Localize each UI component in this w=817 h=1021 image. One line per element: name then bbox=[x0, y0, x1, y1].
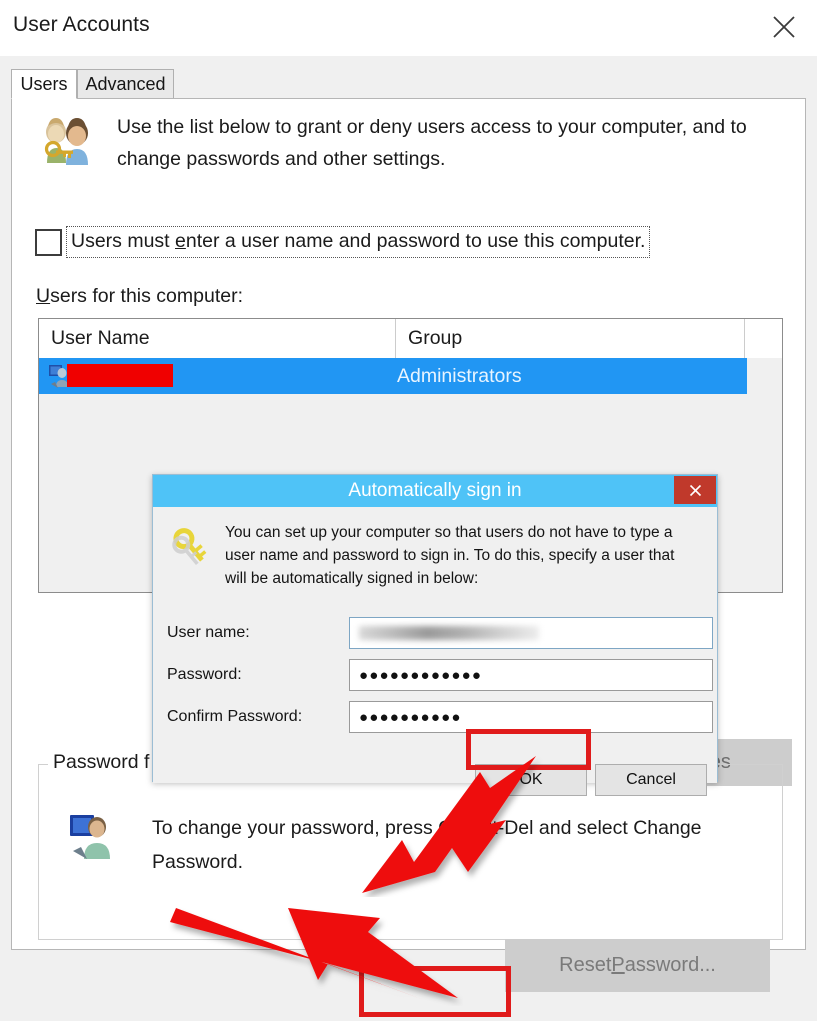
tab-users[interactable]: Users bbox=[11, 69, 77, 99]
confirm-password-input[interactable]: ●●●●●●●●●● bbox=[349, 701, 713, 733]
automatically-sign-in-dialog: Automatically sign in You can set up you… bbox=[152, 474, 718, 796]
require-password-checkbox[interactable] bbox=[35, 228, 62, 256]
password-input[interactable]: ●●●●●●●●●●●● bbox=[349, 659, 713, 691]
column-header-spacer bbox=[745, 319, 782, 358]
close-icon[interactable] bbox=[761, 6, 807, 48]
reset-password-button[interactable]: Reset Password... bbox=[505, 939, 770, 992]
confirm-password-field-row: Confirm Password: ●●●●●●●●●● bbox=[167, 701, 713, 733]
username-input[interactable] bbox=[349, 617, 713, 649]
username-field-row: User name: bbox=[167, 617, 713, 649]
password-group-legend: Password f bbox=[48, 751, 155, 774]
dialog-title: Automatically sign in bbox=[348, 480, 522, 501]
page-title: User Accounts bbox=[13, 13, 150, 36]
inner-dialog-ok-button[interactable]: OK bbox=[475, 764, 587, 796]
users-list-label: Users for this computer: bbox=[36, 285, 243, 307]
column-header-group[interactable]: Group bbox=[396, 319, 746, 358]
username-label: User name: bbox=[167, 624, 250, 641]
require-password-focus-rect: Users must enter a user name and passwor… bbox=[66, 226, 651, 258]
close-icon[interactable] bbox=[674, 476, 716, 504]
table-row[interactable]: Administrators bbox=[39, 358, 747, 394]
password-user-icon bbox=[68, 811, 120, 863]
users-key-icon bbox=[39, 113, 95, 169]
dialog-titlebar: Automatically sign in bbox=[153, 475, 717, 507]
password-instructions-text: To change your password, press Ctrl-Alt-… bbox=[152, 817, 702, 873]
column-header-user-name[interactable]: User Name bbox=[39, 319, 397, 358]
require-password-label: Users must enter a user name and passwor… bbox=[71, 230, 646, 252]
password-field-row: Password: ●●●●●●●●●●●● bbox=[167, 659, 713, 691]
confirm-password-label: Confirm Password: bbox=[167, 708, 303, 725]
user-accounts-window: User Accounts Users Advanced Use the lis… bbox=[0, 0, 817, 1021]
tab-advanced[interactable]: Advanced bbox=[77, 69, 174, 99]
users-listbox-header: User Name Group bbox=[39, 319, 782, 358]
redacted-username-value bbox=[359, 626, 539, 640]
password-label: Password: bbox=[167, 666, 242, 683]
tab-strip: Users Advanced bbox=[11, 69, 806, 99]
require-password-checkbox-row[interactable]: Users must enter a user name and passwor… bbox=[35, 221, 735, 263]
dialog-body: You can set up your computer so that use… bbox=[153, 507, 717, 796]
tab-advanced-label: Advanced bbox=[85, 73, 166, 94]
redacted-user-name bbox=[67, 364, 173, 387]
dialog-description: You can set up your computer so that use… bbox=[225, 524, 675, 587]
window-titlebar: User Accounts bbox=[0, 0, 817, 56]
inner-dialog-cancel-button[interactable]: Cancel bbox=[595, 764, 707, 796]
key-icon bbox=[167, 523, 215, 571]
table-cell-group: Administrators bbox=[397, 364, 522, 387]
tab-users-label: Users bbox=[20, 73, 68, 94]
users-intro-text: Use the list below to grant or deny user… bbox=[117, 116, 747, 170]
